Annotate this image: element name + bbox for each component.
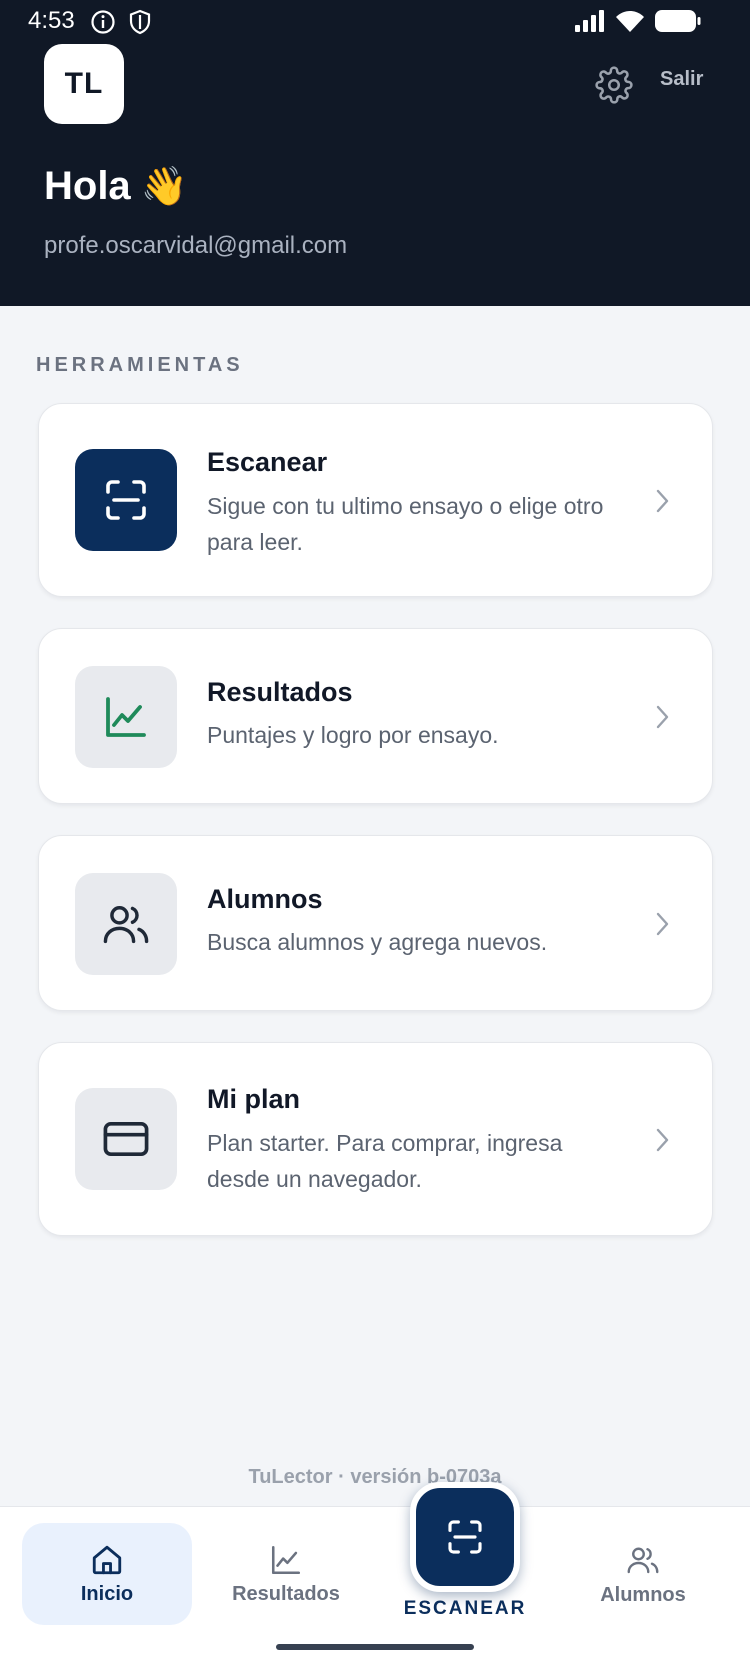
status-time: 4:53 (28, 7, 75, 34)
app-version: TuLector · versión b-0703a (248, 1466, 502, 1488)
card-title: Resultados (207, 677, 353, 707)
scan-icon (106, 480, 146, 520)
users-icon (103, 906, 149, 944)
info-icon (90, 9, 116, 40)
chevron-right-icon (656, 705, 669, 729)
nav-label: Resultados (232, 1582, 340, 1605)
card-icon-container (75, 873, 177, 975)
battery-icon (654, 9, 702, 38)
header: 4:53 TL Salir Hola 👋 profe.oscarvidal@gm… (0, 0, 750, 306)
signal-icon (574, 9, 606, 38)
card-description: Puntajes y logro por ensayo. (207, 722, 499, 748)
chart-icon (271, 1545, 301, 1574)
credit-card-icon (103, 1121, 149, 1157)
nav-inicio[interactable]: Inicio (22, 1523, 192, 1625)
scan-fab-label: ESCANEAR (403, 1598, 527, 1619)
scan-icon (448, 1520, 482, 1554)
settings-button[interactable] (592, 63, 636, 107)
card-description: Busca alumnos y agrega nuevos. (207, 929, 548, 955)
nav-label: Inicio (80, 1582, 134, 1605)
home-indicator (276, 1644, 474, 1650)
chart-icon (106, 697, 146, 737)
chevron-right-icon (656, 489, 669, 513)
card-alumnos[interactable]: Alumnos Busca alumnos y agrega nuevos. (38, 835, 713, 1011)
greeting-text: Hola (44, 164, 131, 208)
card-description: Plan starter. Para comprar, ingresa desd… (207, 1130, 563, 1192)
section-title: HERRAMIENTAS (36, 354, 244, 376)
greeting: Hola 👋 (44, 164, 188, 209)
home-icon (92, 1545, 122, 1574)
nav-resultados[interactable]: Resultados (201, 1523, 371, 1625)
card-title: Alumnos (207, 884, 323, 914)
card-mi-plan[interactable]: Mi plan Plan starter. Para comprar, ingr… (38, 1042, 713, 1236)
status-bar: 4:53 (0, 0, 750, 44)
card-resultados[interactable]: Resultados Puntajes y logro por ensayo. (38, 628, 713, 804)
logout-button[interactable]: Salir (660, 68, 703, 91)
chevron-right-icon (656, 912, 669, 936)
chevron-right-icon (656, 1128, 669, 1152)
card-title: Escanear (207, 447, 328, 477)
card-escanear[interactable]: Escanear Sigue con tu ultimo ensayo o el… (38, 403, 713, 597)
status-indicators (574, 9, 702, 38)
wifi-icon (614, 9, 646, 38)
card-icon-container (75, 666, 177, 768)
scan-fab-button[interactable] (410, 1482, 520, 1592)
nav-alumnos[interactable]: Alumnos (558, 1523, 728, 1625)
bottom-navigation: Inicio Resultados Alumnos (0, 1506, 750, 1667)
card-icon-container (75, 449, 177, 551)
users-icon (627, 1547, 659, 1573)
shield-icon (128, 9, 152, 40)
nav-label: Alumnos (600, 1583, 686, 1606)
wave-emoji: 👋 (140, 165, 189, 208)
gear-icon (595, 66, 633, 104)
card-title: Mi plan (207, 1084, 300, 1114)
card-icon-container (75, 1088, 177, 1190)
avatar[interactable]: TL (44, 44, 124, 124)
card-description: Sigue con tu ultimo ensayo o elige otro … (207, 493, 604, 555)
user-email: profe.oscarvidal@gmail.com (44, 232, 348, 259)
